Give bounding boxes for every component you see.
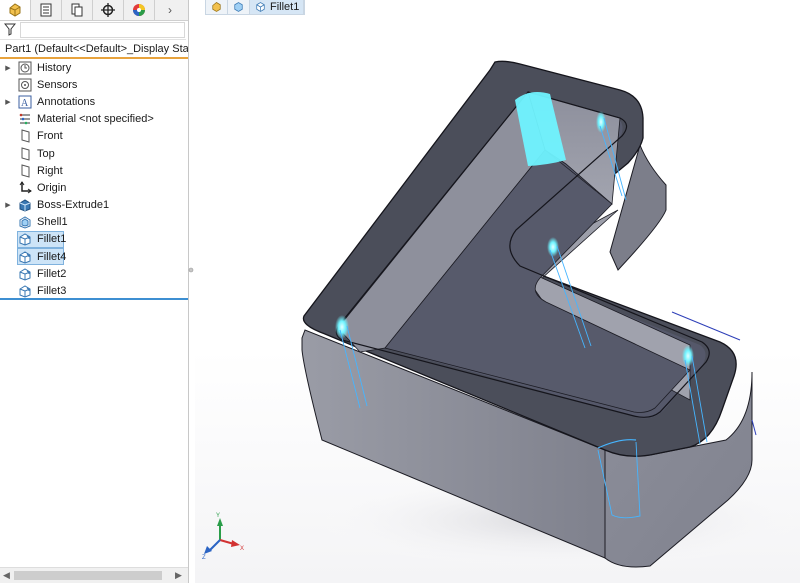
- featuremanager-tab[interactable]: [0, 0, 31, 20]
- fillet-icon: [256, 2, 265, 12]
- tree-item-label: Material <not specified>: [37, 113, 154, 126]
- fillet-icon: [17, 250, 32, 264]
- origin-icon: [17, 181, 32, 195]
- selection-breadcrumb: Fillet1: [205, 0, 306, 15]
- svg-text:Y: Y: [216, 513, 220, 519]
- tree-item-material-not-specified[interactable]: Material <not specified>: [0, 111, 188, 128]
- tree-item-fillet4[interactable]: Fillet4: [0, 248, 188, 266]
- tree-item-label: Fillet2: [37, 267, 67, 280]
- propertymanager-tab[interactable]: [31, 0, 62, 20]
- extrude-icon: [17, 198, 32, 212]
- breadcrumb-body[interactable]: [228, 0, 250, 14]
- tree-item-label: History: [37, 61, 72, 74]
- tree-item-label: Boss-Extrude1: [37, 199, 110, 212]
- plane-icon: [17, 129, 32, 144]
- fillet-icon: [17, 267, 32, 281]
- breadcrumb-feature-label: Fillet1: [270, 1, 300, 13]
- solid-body-icon: [234, 2, 243, 12]
- fillet-icon: [17, 284, 32, 298]
- filter-icon[interactable]: [4, 23, 16, 36]
- svg-text:A: A: [21, 98, 29, 109]
- tree-item-fillet2[interactable]: Fillet2: [0, 265, 188, 282]
- tree-item-origin[interactable]: Origin: [0, 179, 188, 196]
- tree-item-label: Shell1: [37, 216, 68, 229]
- tree-item-right[interactable]: Right: [0, 162, 188, 179]
- panel-splitter-handle[interactable]: [188, 262, 194, 278]
- tree-item-fillet1[interactable]: Fillet1: [0, 230, 188, 248]
- feature-tree: ▶ History Sensors ▶ A Annotations Material <no…: [0, 59, 188, 300]
- shell-icon: [17, 215, 32, 229]
- tree-item-history[interactable]: ▶ History: [0, 59, 188, 76]
- plane-icon: [17, 146, 32, 161]
- configuration-icon: [71, 3, 83, 17]
- scroll-left-icon[interactable]: ◀: [3, 570, 10, 581]
- tree-item-label: Sensors: [37, 78, 78, 91]
- part-icon: [212, 2, 221, 12]
- crosshair-icon: [101, 3, 115, 17]
- expand-arrow-icon[interactable]: ▶: [4, 64, 12, 72]
- reference-triad-icon: Y X Z: [202, 513, 244, 561]
- part-icon: [9, 3, 21, 17]
- tree-item-label: Annotations: [37, 95, 96, 108]
- tree-item-label: Front: [37, 130, 63, 143]
- scroll-right-icon[interactable]: ▶: [175, 570, 182, 581]
- tree-item-label: Origin: [37, 181, 67, 194]
- color-wheel-icon: [133, 4, 145, 16]
- svg-text:X: X: [240, 546, 244, 552]
- graphics-area[interactable]: Y X Z: [195, 0, 800, 583]
- sensors-icon: [17, 78, 32, 92]
- sketch-line: [751, 419, 757, 436]
- part-model-view[interactable]: Y X Z: [195, 0, 800, 583]
- tree-item-sensors[interactable]: Sensors: [0, 76, 188, 93]
- tree-item-top[interactable]: Top: [0, 145, 188, 162]
- configurationmanager-tab[interactable]: [62, 0, 93, 20]
- breadcrumb-part[interactable]: [206, 0, 228, 14]
- fillet-icon: [17, 232, 32, 247]
- feature-manager-tabs: ›: [0, 0, 188, 21]
- part-root-node[interactable]: Part1 (Default<<Default>_Display State: [0, 41, 188, 59]
- dimxpert-tab[interactable]: [93, 0, 124, 20]
- svg-text:Z: Z: [202, 555, 206, 561]
- expand-arrow-icon[interactable]: ▶: [4, 201, 12, 209]
- tree-filter-bar: [0, 21, 186, 40]
- tree-item-label: Right: [37, 164, 63, 177]
- more-tabs-arrow-icon[interactable]: ›: [155, 0, 185, 20]
- scrollbar-thumb[interactable]: [14, 571, 162, 580]
- rollback-bar[interactable]: [0, 298, 188, 300]
- tree-horizontal-scrollbar[interactable]: ◀ ▶: [0, 567, 188, 583]
- tree-item-label: Fillet4: [37, 250, 67, 263]
- tree-item-boss-extrude1[interactable]: ▶ Boss-Extrude1: [0, 197, 188, 214]
- tree-item-shell1[interactable]: Shell1: [0, 214, 188, 231]
- tree-item-label: Fillet1: [37, 233, 67, 246]
- expand-arrow-icon[interactable]: ▶: [4, 98, 12, 106]
- tree-item-label: Top: [37, 147, 55, 160]
- tree-item-label: Fillet3: [37, 285, 67, 298]
- tree-filter-input[interactable]: [20, 22, 185, 38]
- part-root-label: Part1 (Default<<Default>_Display State: [5, 43, 189, 55]
- breadcrumb-feature[interactable]: Fillet1: [250, 0, 305, 14]
- history-icon: [17, 61, 32, 75]
- property-list-icon: [40, 3, 52, 17]
- annotations-icon: A: [17, 95, 32, 109]
- displaymanager-tab[interactable]: [124, 0, 155, 20]
- feature-manager-panel: › Part1 (Default<<Default>_Display State…: [0, 0, 189, 583]
- material-icon: [17, 112, 32, 126]
- plane-icon: [17, 164, 32, 178]
- tree-item-annotations[interactable]: ▶ A Annotations: [0, 93, 188, 110]
- tree-item-front[interactable]: Front: [0, 128, 188, 145]
